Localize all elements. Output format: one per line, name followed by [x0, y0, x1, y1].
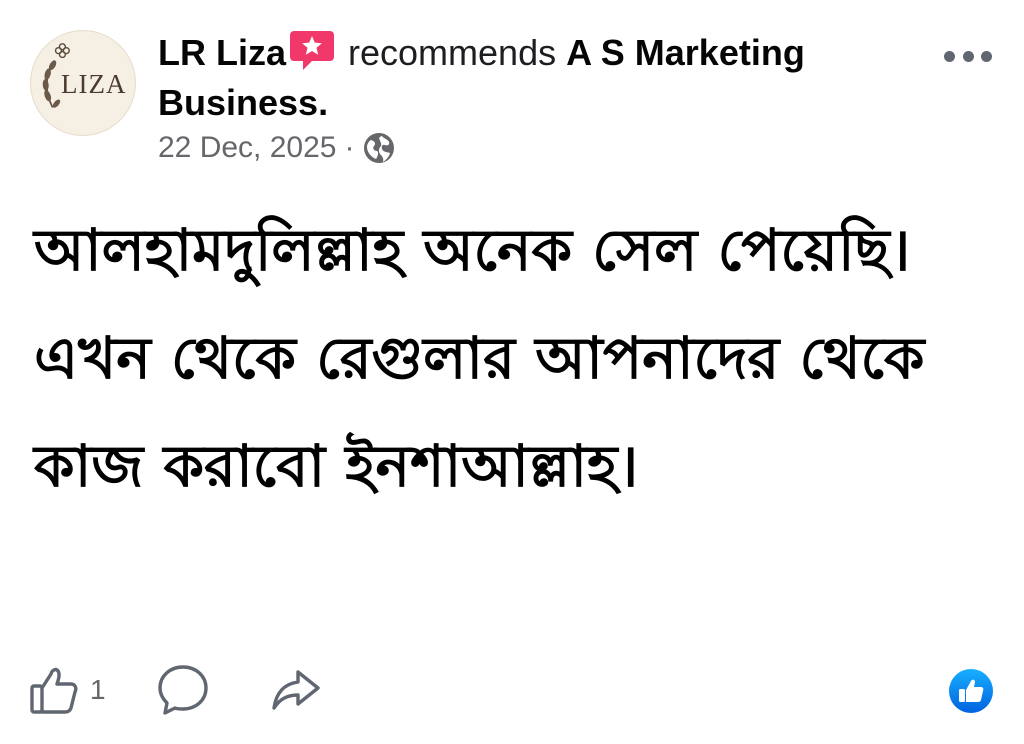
- author-avatar[interactable]: LIZA: [30, 30, 136, 136]
- recommend-star-icon: [290, 29, 335, 71]
- avatar-text: LIZA: [61, 69, 127, 99]
- more-dot: [981, 50, 992, 62]
- post-actions: 1: [28, 658, 322, 722]
- headline: LR Liza recommends A S Marketing Business…: [158, 28, 918, 128]
- post-body-text: আলহামদুলিল্লাহ অনেক সেল পেয়েছি। এখন থেক…: [34, 216, 945, 500]
- post-header: LR Liza recommends A S Marketing Business…: [158, 28, 918, 128]
- like-button[interactable]: 1: [28, 664, 106, 716]
- post-date[interactable]: 22 Dec, 2025: [158, 131, 336, 165]
- recommendation-post: LIZA LR Liza recommends A S Marketing Bus…: [0, 0, 1024, 744]
- thumbs-up-icon: [28, 664, 80, 716]
- like-count: 1: [90, 674, 106, 705]
- like-reaction-icon[interactable]: [948, 668, 994, 714]
- recommend-verb: recommends: [348, 32, 557, 73]
- meta-separator: ·: [344, 131, 355, 164]
- share-button[interactable]: [270, 664, 322, 716]
- more-dot: [944, 50, 955, 62]
- comment-icon: [156, 663, 210, 717]
- globe-icon: [362, 131, 396, 165]
- comment-button[interactable]: [156, 663, 210, 717]
- post-meta: 22 Dec, 2025 ·: [158, 128, 396, 168]
- more-dot: [962, 50, 974, 62]
- more-options-icon[interactable]: [944, 38, 992, 74]
- share-icon: [270, 664, 322, 716]
- author-name[interactable]: LR Liza: [158, 32, 286, 73]
